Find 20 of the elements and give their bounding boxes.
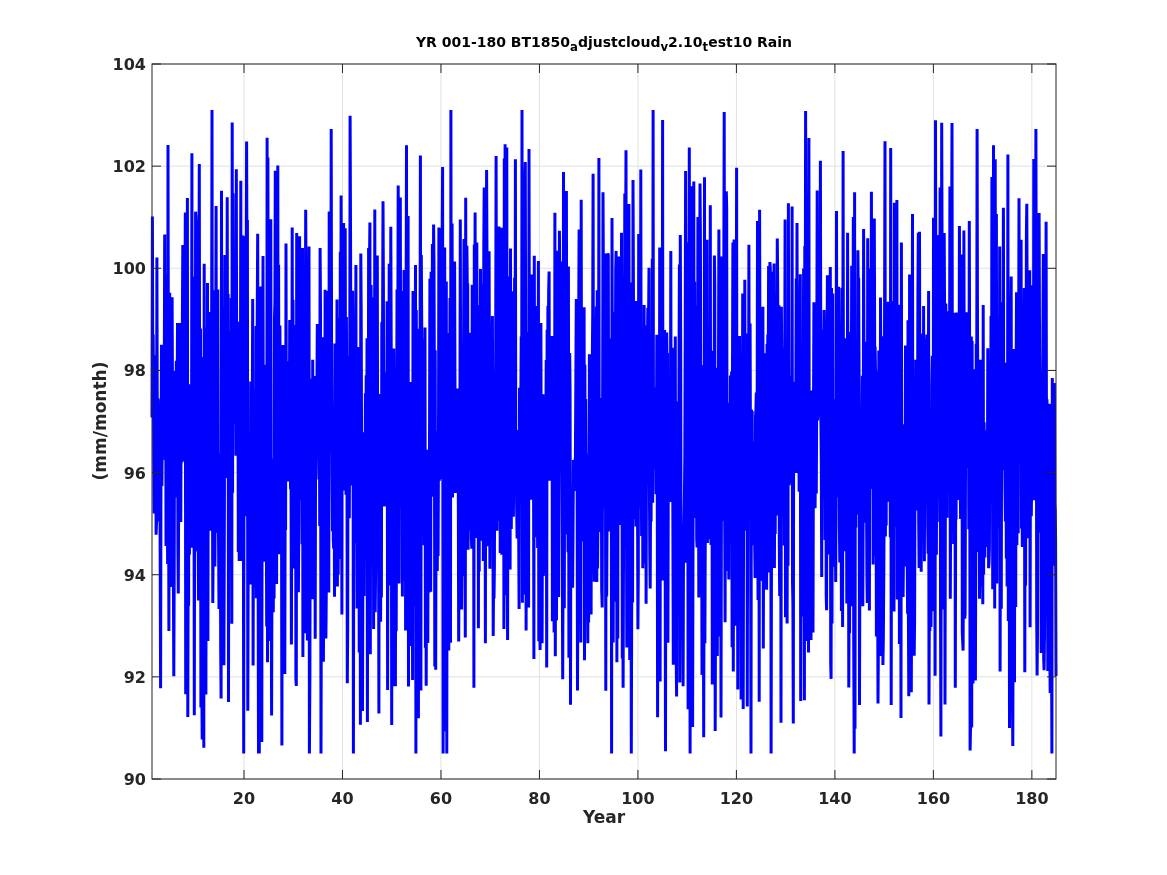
- x-axis-label: Year: [582, 807, 626, 827]
- tick-label: 140: [818, 789, 852, 808]
- tick-label: 120: [719, 789, 754, 808]
- tick-label: 80: [528, 789, 551, 808]
- tick-label: 92: [123, 667, 146, 687]
- tick-label: 60: [429, 789, 453, 808]
- tick-label: 96: [123, 463, 146, 483]
- tick-label: 98: [123, 361, 146, 381]
- tick-label: 94: [123, 565, 146, 585]
- tick-label: 100: [112, 259, 146, 279]
- y-axis-label: (mm/month): [90, 361, 110, 481]
- tick-label: 102: [112, 157, 146, 177]
- tick-label: 20: [232, 789, 256, 808]
- tick-label: 90: [123, 770, 146, 789]
- tick-label: 40: [331, 789, 354, 808]
- plot-title: YR 001-180 BT1850$_{a}$djustcloud$_{v}$2.10$_{t}$est10 Rain: [415, 34, 793, 50]
- tick-label: 104: [112, 56, 146, 74]
- tick-label: 100: [621, 789, 655, 808]
- tick-label: 180: [1015, 789, 1049, 808]
- tick-label: 160: [916, 789, 951, 808]
